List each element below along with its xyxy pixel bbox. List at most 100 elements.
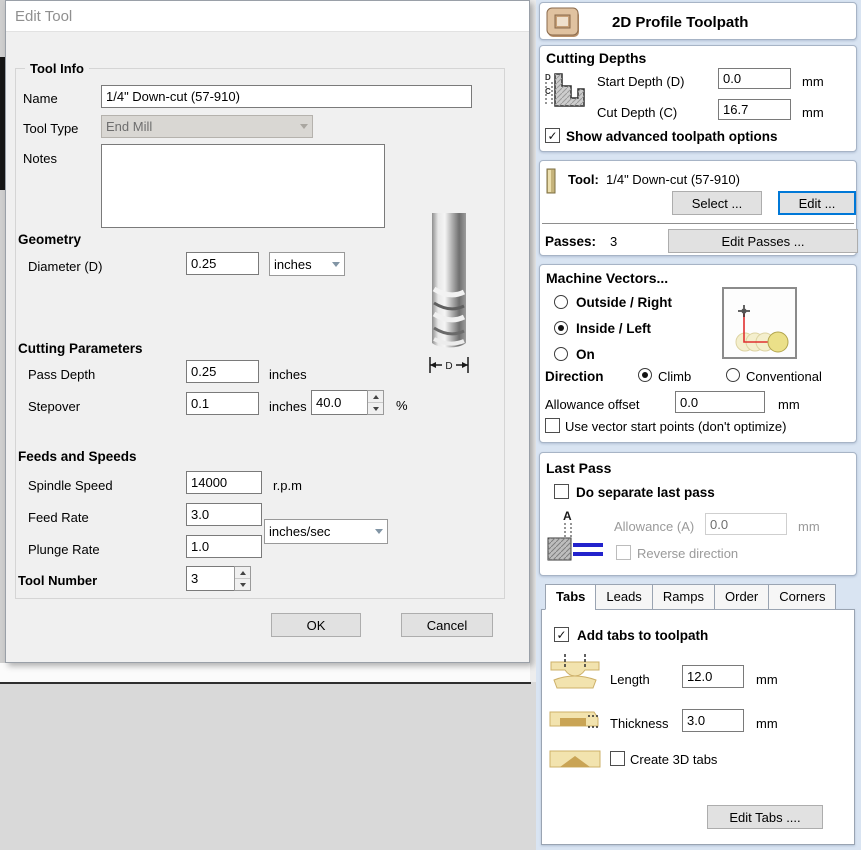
tab-ramps[interactable]: Ramps <box>651 584 714 610</box>
cutting-depths-icon: D C <box>542 68 588 115</box>
tab-leads[interactable]: Leads <box>595 584 652 610</box>
inside-left-label: Inside / Left <box>576 321 652 336</box>
start-depth-label: Start Depth (D) <box>597 74 685 89</box>
feed-rate-input[interactable] <box>186 503 262 526</box>
spindle-speed-input[interactable] <box>186 471 262 494</box>
create-3d-tabs-checkbox[interactable] <box>610 751 625 766</box>
check-icon: ✓ <box>556 627 567 642</box>
last-pass-allowance-input <box>705 513 787 535</box>
last-pass-icon: A <box>546 507 608 570</box>
machine-vectors-box: Machine Vectors... Outside / Right Insid… <box>539 264 857 443</box>
pass-depth-input[interactable] <box>186 360 259 383</box>
name-label: Name <box>23 91 58 106</box>
pass-depth-units: inches <box>269 367 307 382</box>
spin-down-button[interactable] <box>235 578 250 590</box>
dialog-titlebar[interactable]: Edit Tool <box>6 1 529 32</box>
edit-tabs-button[interactable]: Edit Tabs .... <box>707 805 823 829</box>
tool-number-input[interactable] <box>186 566 234 591</box>
tool-number-label: Tool Number <box>18 573 98 588</box>
name-input[interactable] <box>101 85 472 108</box>
tool-number-spinner <box>186 566 251 591</box>
chevron-down-icon <box>300 124 308 129</box>
inside-left-radio[interactable] <box>554 321 568 335</box>
svg-text:D: D <box>545 73 551 82</box>
options-tabstrip: Tabs Leads Ramps Order Corners <box>545 584 837 610</box>
stepover-input[interactable] <box>186 392 259 415</box>
percent-sign: % <box>396 398 408 413</box>
profile-toolpath-icon <box>546 5 582 44</box>
vector-start-points-checkbox[interactable] <box>545 418 560 433</box>
tab-tabs[interactable]: Tabs <box>545 584 596 610</box>
spin-down-button[interactable] <box>368 402 383 414</box>
direction-label: Direction <box>545 369 604 384</box>
cancel-button[interactable]: Cancel <box>401 613 493 637</box>
diameter-input[interactable] <box>186 252 259 275</box>
geometry-heading: Geometry <box>18 232 82 247</box>
conventional-radio[interactable] <box>726 368 740 382</box>
vector-start-points-label: Use vector start points (don't optimize) <box>565 419 787 434</box>
edit-passes-button[interactable]: Edit Passes ... <box>668 229 858 253</box>
cut-depth-units: mm <box>802 105 824 120</box>
machine-vectors-heading: Machine Vectors... <box>546 270 669 286</box>
last-pass-heading: Last Pass <box>546 460 612 476</box>
diameter-units-value: inches <box>274 256 312 272</box>
plunge-rate-input[interactable] <box>186 535 262 558</box>
ok-button[interactable]: OK <box>271 613 361 637</box>
passes-label: Passes: <box>545 234 597 249</box>
tab-thickness-units: mm <box>756 716 778 731</box>
tool-box: Tool: 1/4" Down-cut (57-910) Select ... … <box>539 160 858 256</box>
rate-units-value: inches/sec <box>269 524 331 539</box>
on-radio[interactable] <box>554 347 568 361</box>
divider <box>542 223 854 224</box>
rate-units-dropdown[interactable]: inches/sec <box>264 519 388 544</box>
tab-length-icon <box>548 654 602 701</box>
show-advanced-label: Show advanced toolpath options <box>566 129 778 144</box>
chevron-down-icon <box>332 261 340 267</box>
check-icon: ✓ <box>547 128 558 143</box>
tool-info-group-label: Tool Info <box>25 61 89 76</box>
tab-length-input[interactable] <box>682 665 744 688</box>
outside-right-label: Outside / Right <box>576 295 672 310</box>
tool-type-value: End Mill <box>106 119 153 134</box>
diameter-label: Diameter (D) <box>28 259 103 274</box>
create-3d-tabs-icon <box>548 748 602 775</box>
tab-thickness-input[interactable] <box>682 709 744 732</box>
stepover-percent-input[interactable] <box>311 390 367 415</box>
background-lower-strip <box>0 663 531 682</box>
spin-up-button[interactable] <box>368 391 383 402</box>
cut-depth-input[interactable] <box>718 99 791 120</box>
tool-bit-icon <box>545 168 557 199</box>
cutting-parameters-heading: Cutting Parameters <box>18 341 143 356</box>
passes-value: 3 <box>610 234 618 249</box>
cut-depth-label: Cut Depth (C) <box>597 105 678 120</box>
workspace-background <box>0 684 531 850</box>
radio-dot-icon <box>642 372 648 378</box>
dialog-title: Edit Tool <box>15 8 73 25</box>
last-pass-letter: A <box>563 509 572 523</box>
climb-radio[interactable] <box>638 368 652 382</box>
tab-order[interactable]: Order <box>714 584 769 610</box>
edit-tool-button[interactable]: Edit ... <box>778 191 856 215</box>
separate-last-pass-label: Do separate last pass <box>576 485 715 500</box>
spin-up-button[interactable] <box>235 567 250 578</box>
diameter-units-dropdown[interactable]: inches <box>269 252 345 276</box>
diameter-dim-letter: D <box>445 361 452 372</box>
tool-name-value: 1/4" Down-cut (57-910) <box>606 172 740 187</box>
add-tabs-checkbox[interactable]: ✓ <box>554 627 569 642</box>
separate-last-pass-checkbox[interactable] <box>554 484 569 499</box>
cutting-depths-box: Cutting Depths D C Start Depth (D) mm Cu… <box>539 45 857 152</box>
select-tool-button[interactable]: Select ... <box>672 191 762 215</box>
outside-right-radio[interactable] <box>554 295 568 309</box>
conventional-label: Conventional <box>746 369 822 384</box>
panel-header: 2D Profile Toolpath <box>539 2 857 40</box>
notes-textarea[interactable] <box>101 144 385 228</box>
stepover-percent-spinner <box>311 390 384 415</box>
allowance-offset-input[interactable] <box>675 391 765 413</box>
end-mill-image: D <box>425 213 473 384</box>
start-depth-input[interactable] <box>718 68 791 89</box>
tab-thickness-label: Thickness <box>610 716 669 731</box>
show-advanced-checkbox[interactable]: ✓ <box>545 128 560 143</box>
spindle-speed-label: Spindle Speed <box>28 478 113 493</box>
stepover-units: inches <box>269 399 307 414</box>
tab-corners[interactable]: Corners <box>768 584 837 610</box>
